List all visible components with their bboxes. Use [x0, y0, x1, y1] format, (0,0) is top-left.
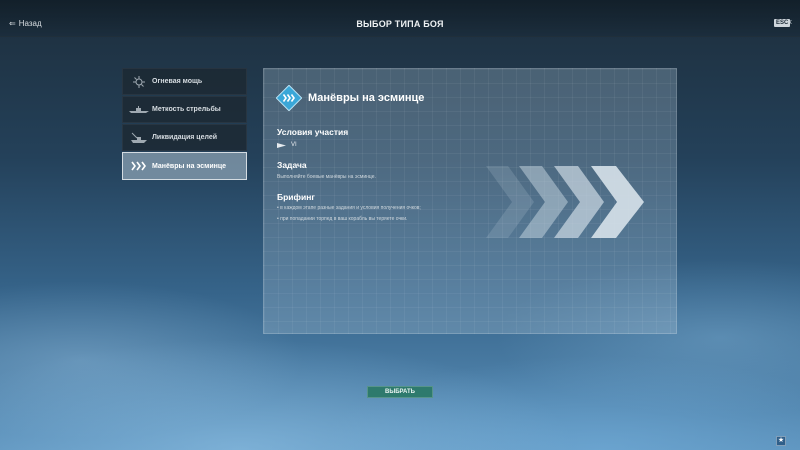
- page-title: ВЫБОР ТИПА БОЯ: [356, 19, 444, 29]
- chevrons-illustration: [486, 166, 644, 238]
- tier-requirement: VI: [277, 142, 297, 148]
- destroyer-class-icon: [277, 142, 286, 148]
- conditions-heading: Условия участия: [277, 127, 349, 137]
- star-icon[interactable]: ★: [776, 436, 786, 446]
- briefing-item: • в каждом этапе разные задания и услови…: [277, 205, 421, 211]
- briefing-text: в каждом этапе разные задания и условия …: [280, 205, 421, 211]
- panel-header: Манёвры на эсминце: [276, 85, 424, 111]
- menu-item-label: Манёвры на эсминце: [152, 162, 227, 170]
- briefing-text: при попадании торпед в ваш корабль вы те…: [280, 216, 408, 222]
- chevrons-badge-icon: [276, 85, 302, 111]
- ship-icon: [128, 105, 150, 114]
- menu-item-label: Ликвидация целей: [152, 134, 218, 141]
- mode-details-panel: Манёвры на эсминце Условия участия VI За…: [263, 68, 677, 334]
- top-bar: ⇐ Назад ВЫБОР ТИПА БОЯ ESC ×: [0, 0, 800, 37]
- briefing-item: • при попадании торпед в ваш корабль вы …: [277, 216, 408, 222]
- menu-item-accuracy[interactable]: Меткость стрельбы: [122, 96, 247, 123]
- battle-type-menu: Огневая мощь Меткость стрельбы Ликвидаци…: [122, 68, 247, 181]
- briefing-heading: Брифинг: [277, 192, 315, 202]
- firepower-icon: [128, 75, 150, 88]
- menu-item-label: Огневая мощь: [152, 78, 203, 85]
- menu-item-label: Меткость стрельбы: [152, 106, 221, 113]
- chevrons-icon: [128, 161, 150, 171]
- task-text: Выполняйте боевые манёвры на эсминце.: [277, 174, 376, 180]
- task-heading: Задача: [277, 160, 307, 170]
- close-icon[interactable]: ×: [787, 17, 792, 27]
- menu-item-target-elimination[interactable]: Ликвидация целей: [122, 124, 247, 151]
- menu-item-destroyer-maneuvers[interactable]: Манёвры на эсминце: [122, 152, 247, 180]
- tier-label: VI: [291, 142, 297, 148]
- panel-title: Манёвры на эсминце: [308, 92, 425, 104]
- menu-item-firepower[interactable]: Огневая мощь: [122, 68, 247, 95]
- select-button[interactable]: ВЫБРАТЬ: [367, 386, 433, 398]
- target-ship-icon: [128, 132, 150, 144]
